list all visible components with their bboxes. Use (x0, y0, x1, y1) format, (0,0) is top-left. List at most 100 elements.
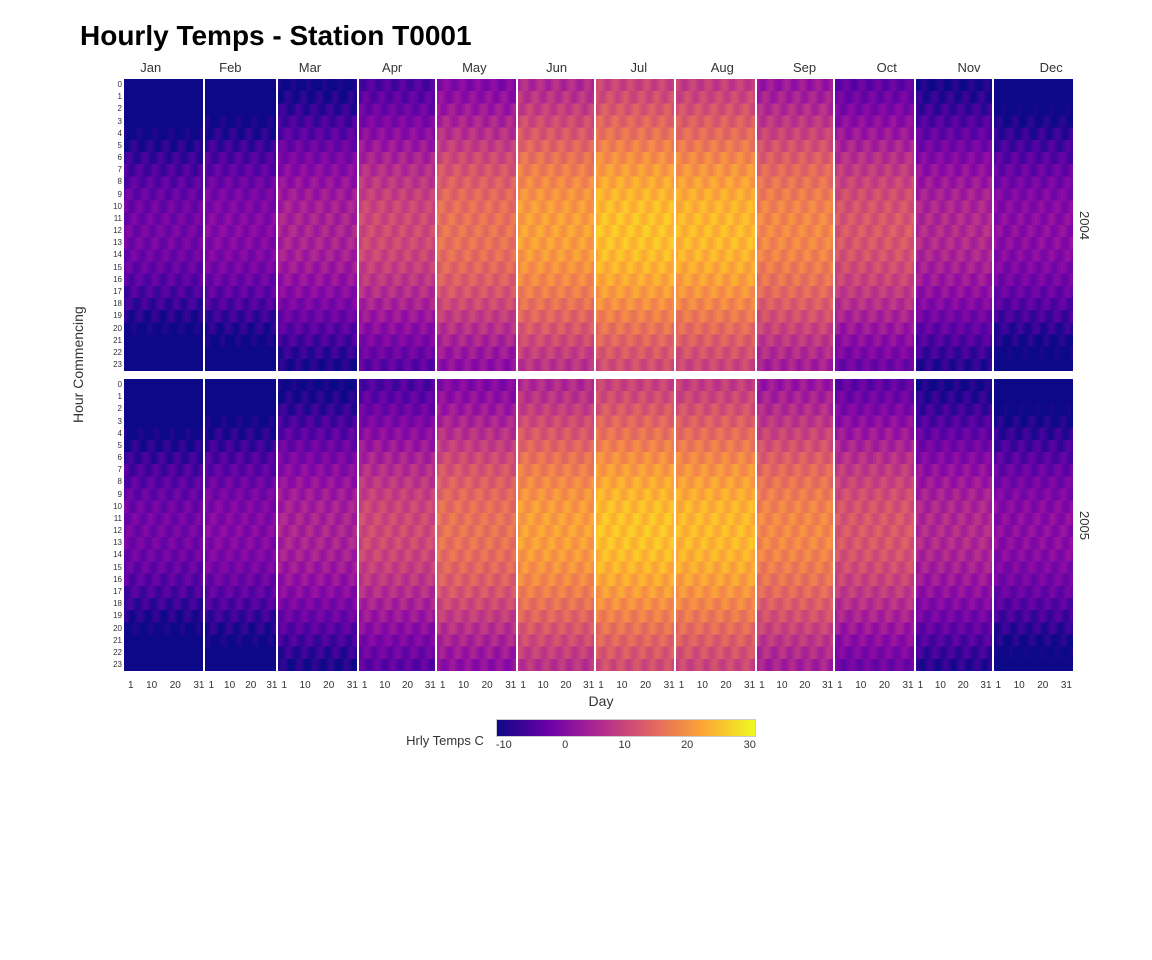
legend-area: Hrly Temps C -10 0 10 20 30 (70, 719, 1092, 751)
x-tick-dec-1: 1 (996, 680, 1002, 691)
hour-tick-2004-13: 13 (110, 237, 124, 249)
hour-tick-2005-22: 22 (110, 647, 124, 659)
months-header: JanFebMarAprMayJunJulAugSepOctNovDec (110, 60, 1092, 75)
hour-tick-2004-1: 1 (110, 91, 124, 103)
x-tick-oct-10: 10 (855, 680, 866, 691)
x-tick-sep-31: 31 (822, 680, 833, 691)
x-tick-dec-20: 20 (1037, 680, 1048, 691)
x-tick-feb-1: 1 (208, 680, 214, 691)
x-axis-label: Day (589, 693, 614, 709)
legend-ticks: -10 0 10 20 30 (496, 739, 756, 751)
x-ticks-nov: 1102031 (916, 680, 992, 691)
month-heatmap-2005-mar (278, 379, 357, 671)
hour-tick-2005-19: 19 (110, 610, 124, 622)
month-label-mar: Mar (269, 60, 351, 75)
hour-tick-2004-11: 11 (110, 213, 124, 225)
hour-tick-2004-2: 2 (110, 103, 124, 115)
year-row-2004: 0123456789101112131415161718192021222320… (110, 79, 1092, 371)
legend-tick-5: 30 (744, 739, 756, 751)
hour-tick-2005-18: 18 (110, 598, 124, 610)
hour-tick-2004-5: 5 (110, 140, 124, 152)
month-heatmap-2004-oct (835, 79, 914, 371)
hour-tick-2005-4: 4 (110, 428, 124, 440)
hour-tick-2005-15: 15 (110, 562, 124, 574)
x-tick-may-20: 20 (482, 680, 493, 691)
x-tick-aug-20: 20 (720, 680, 731, 691)
hour-tick-2005-23: 23 (110, 659, 124, 671)
x-ticks-jan: 1102031 (126, 680, 204, 691)
hour-tick-2004-4: 4 (110, 128, 124, 140)
legend-tick-3: 10 (619, 739, 631, 751)
x-tick-aug-10: 10 (697, 680, 708, 691)
x-tick-jul-10: 10 (616, 680, 627, 691)
x-tick-feb-10: 10 (224, 680, 235, 691)
month-label-jan: Jan (110, 60, 192, 75)
hour-tick-2005-11: 11 (110, 513, 124, 525)
month-label-nov: Nov (930, 60, 1009, 75)
hour-tick-2005-2: 2 (110, 403, 124, 415)
hour-tick-2004-8: 8 (110, 176, 124, 188)
x-ticks-may: 1102031 (438, 680, 516, 691)
month-heatmap-2005-dec (994, 379, 1073, 671)
x-tick-jul-20: 20 (640, 680, 651, 691)
month-heatmap-2005-sep (757, 379, 833, 671)
month-heatmap-2004-feb (205, 79, 276, 371)
legend-title: Hrly Temps C (406, 733, 484, 748)
month-label-dec: Dec (1010, 60, 1092, 75)
hour-tick-2004-20: 20 (110, 322, 124, 334)
x-tick-apr-20: 20 (402, 680, 413, 691)
x-tick-nov-20: 20 (958, 680, 969, 691)
hour-tick-2005-6: 6 (110, 452, 124, 464)
x-ticks-apr: 1102031 (360, 680, 436, 691)
x-ticks-feb: 1102031 (206, 680, 277, 691)
x-tick-jul-31: 31 (664, 680, 675, 691)
hour-tick-2004-12: 12 (110, 225, 124, 237)
month-heatmap-2004-may (437, 79, 516, 371)
x-tick-may-1: 1 (440, 680, 446, 691)
month-heatmap-2004-jan (124, 79, 203, 371)
x-ticks-aug: 1102031 (677, 680, 755, 691)
hour-tick-2005-3: 3 (110, 416, 124, 428)
x-tick-apr-31: 31 (425, 680, 436, 691)
x-ticks-dec: 1102031 (994, 680, 1072, 691)
x-tick-jan-31: 31 (193, 680, 204, 691)
month-heatmap-2004-mar (278, 79, 357, 371)
chart-title: Hourly Temps - Station T0001 (80, 20, 1092, 52)
month-heatmap-2004-sep (757, 79, 833, 371)
hour-tick-2005-21: 21 (110, 635, 124, 647)
hour-tick-2005-14: 14 (110, 549, 124, 561)
x-tick-oct-1: 1 (837, 680, 843, 691)
month-heatmap-2005-may (437, 379, 516, 671)
x-tick-jun-1: 1 (520, 680, 526, 691)
hour-tick-2004-10: 10 (110, 201, 124, 213)
month-heatmap-2004-aug (676, 79, 755, 371)
hour-tick-2005-8: 8 (110, 476, 124, 488)
x-tick-oct-31: 31 (902, 680, 913, 691)
hour-tick-2004-0: 0 (110, 79, 124, 91)
x-tick-nov-10: 10 (935, 680, 946, 691)
month-heatmap-2005-jan (124, 379, 203, 671)
month-label-may: May (434, 60, 516, 75)
month-label-apr: Apr (353, 60, 432, 75)
legend-tick-4: 20 (681, 739, 693, 751)
x-tick-sep-20: 20 (799, 680, 810, 691)
x-tick-jun-10: 10 (538, 680, 549, 691)
x-tick-oct-20: 20 (879, 680, 890, 691)
year-label-2004: 2004 (1073, 79, 1092, 371)
x-tick-apr-1: 1 (362, 680, 368, 691)
hour-tick-2004-21: 21 (110, 335, 124, 347)
month-heatmap-2004-nov (916, 79, 992, 371)
x-tick-sep-1: 1 (759, 680, 765, 691)
hour-tick-2005-17: 17 (110, 586, 124, 598)
hour-tick-2005-1: 1 (110, 391, 124, 403)
hour-tick-2005-20: 20 (110, 622, 124, 634)
month-label-jun: Jun (517, 60, 596, 75)
month-heatmap-2005-feb (205, 379, 276, 671)
hour-tick-2004-19: 19 (110, 310, 124, 322)
x-tick-jun-20: 20 (560, 680, 571, 691)
hour-tick-2005-12: 12 (110, 525, 124, 537)
x-tick-aug-31: 31 (744, 680, 755, 691)
year-label-2005: 2005 (1073, 379, 1092, 671)
x-tick-feb-31: 31 (266, 680, 277, 691)
x-tick-nov-1: 1 (918, 680, 924, 691)
